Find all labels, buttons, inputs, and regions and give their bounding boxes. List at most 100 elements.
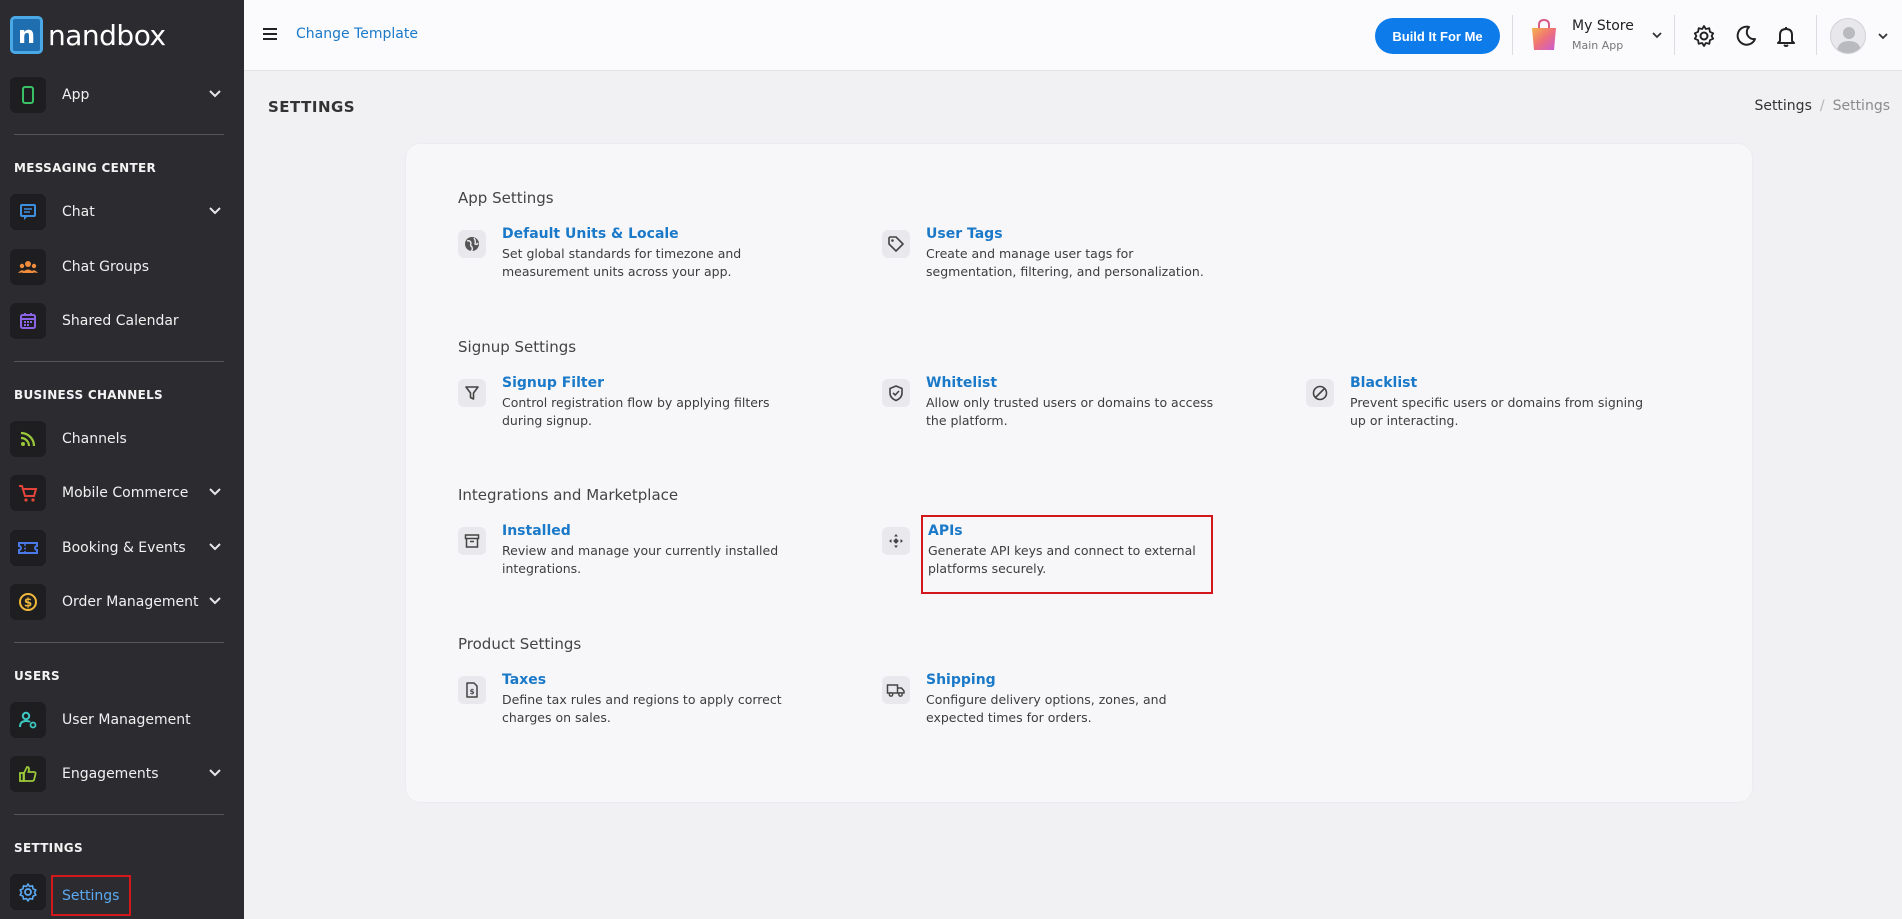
divider — [14, 134, 224, 135]
sidebar-item-booking-events[interactable]: Booking & Events — [0, 526, 244, 570]
group-title-integrations: Integrations and Marketplace — [458, 486, 679, 504]
store-subtitle: Main App — [1572, 39, 1624, 52]
chevron-down-icon[interactable] — [206, 538, 224, 556]
tax-document-icon: $ — [458, 676, 486, 704]
archive-icon — [458, 527, 486, 555]
setting-title[interactable]: Whitelist — [926, 375, 997, 391]
sidebar-item-order-management[interactable]: $ Order Management — [0, 580, 244, 624]
sidebar-item-label: Mobile Commerce — [62, 485, 189, 501]
setting-description: Control registration flow by applying fi… — [502, 395, 770, 428]
user-avatar-icon — [1837, 27, 1861, 53]
sidebar-item-label: Booking & Events — [62, 540, 186, 556]
chevron-down-icon[interactable] — [206, 592, 224, 610]
gear-icon — [10, 874, 46, 910]
setting-description: Set global standards for timezone and me… — [502, 246, 742, 279]
divider — [14, 814, 224, 815]
logo-mark: n — [10, 16, 43, 54]
setting-title[interactable]: Signup Filter — [502, 375, 604, 391]
section-heading-business: BUSINESS CHANNELS — [14, 388, 163, 402]
chevron-down-icon[interactable] — [206, 764, 224, 782]
sidebar-item-chat[interactable]: Chat — [0, 190, 244, 234]
tag-icon — [882, 230, 910, 258]
sidebar-item-mobile-commerce[interactable]: Mobile Commerce — [0, 471, 244, 515]
settings-card: App Settings Default Units & Locale Set … — [406, 144, 1752, 802]
brand-logo[interactable]: n nandbox — [0, 0, 244, 70]
ticket-icon — [10, 530, 46, 566]
chevron-down-icon[interactable] — [206, 85, 224, 103]
setting-installed[interactable]: Installed Review and manage your current… — [458, 523, 818, 583]
sidebar-item-label: Channels — [62, 431, 127, 447]
breadcrumb-item[interactable]: Settings — [1754, 98, 1811, 114]
moon-icon[interactable] — [1734, 24, 1758, 48]
avatar[interactable] — [1830, 18, 1866, 54]
change-template-link[interactable]: Change Template — [296, 26, 418, 42]
setting-title[interactable]: Default Units & Locale — [502, 226, 679, 242]
svg-text:$: $ — [24, 596, 32, 610]
gear-icon[interactable] — [1692, 24, 1716, 48]
sidebar-item-settings[interactable]: Settings — [51, 875, 131, 916]
sidebar-item-label: Engagements — [62, 766, 159, 782]
breadcrumb-separator: / — [1819, 98, 1825, 114]
setting-title[interactable]: Installed — [502, 523, 571, 539]
section-heading-users: USERS — [14, 669, 60, 683]
breadcrumb-item-current: Settings — [1832, 98, 1890, 114]
build-it-for-me-button[interactable]: Build It For Me — [1375, 18, 1500, 54]
chevron-down-icon[interactable] — [206, 483, 224, 501]
setting-blacklist[interactable]: Blacklist Prevent specific users or doma… — [1306, 375, 1666, 435]
setting-shipping[interactable]: Shipping Configure delivery options, zon… — [882, 672, 1242, 732]
sidebar-item-user-management[interactable]: User Management — [0, 698, 244, 742]
sidebar: n nandbox App MESSAGING CENTER Chat Chat… — [0, 0, 244, 919]
user-settings-icon — [10, 702, 46, 738]
sidebar-item-label: User Management — [62, 712, 191, 728]
calendar-icon — [10, 303, 46, 339]
sidebar-item-label: App — [62, 87, 90, 103]
page-title: SETTINGS — [268, 98, 356, 116]
setting-title[interactable]: Shipping — [926, 672, 996, 688]
setting-signup-filter[interactable]: Signup Filter Control registration flow … — [458, 375, 818, 435]
group-title-app-settings: App Settings — [458, 189, 554, 207]
shield-check-icon — [882, 379, 910, 407]
menu-icon[interactable] — [262, 26, 278, 42]
cart-icon — [10, 475, 46, 511]
sidebar-item-chat-groups[interactable]: Chat Groups — [0, 245, 244, 289]
setting-title[interactable]: Taxes — [502, 672, 546, 688]
section-heading-messaging: MESSAGING CENTER — [14, 161, 157, 175]
thumbs-up-icon — [10, 756, 46, 792]
shopping-bag-icon[interactable] — [1530, 18, 1558, 52]
setting-title[interactable]: Blacklist — [1350, 375, 1417, 391]
highlight-box — [921, 515, 1213, 594]
svg-text:$: $ — [470, 688, 475, 696]
divider — [14, 361, 224, 362]
sidebar-item-shared-calendar[interactable]: Shared Calendar — [0, 299, 244, 343]
bell-icon[interactable] — [1774, 24, 1798, 48]
setting-default-units-locale[interactable]: Default Units & Locale Set global standa… — [458, 226, 818, 286]
chat-icon — [10, 194, 46, 230]
sidebar-item-channels[interactable]: Channels — [0, 417, 244, 461]
dollar-coin-icon: $ — [10, 584, 46, 620]
globe-icon — [458, 230, 486, 258]
setting-description: Create and manage user tags for segmenta… — [926, 246, 1204, 279]
chevron-down-icon[interactable] — [1650, 28, 1664, 42]
setting-whitelist[interactable]: Whitelist Allow only trusted users or do… — [882, 375, 1242, 435]
section-heading-settings: SETTINGS — [14, 841, 83, 855]
divider — [14, 642, 224, 643]
sidebar-item-label: Shared Calendar — [62, 313, 179, 329]
store-name[interactable]: My Store — [1572, 18, 1634, 34]
chevron-down-icon[interactable] — [206, 202, 224, 220]
group-icon — [10, 249, 46, 285]
sidebar-item-app[interactable]: App — [0, 73, 244, 117]
top-bar: Change Template Build It For Me My Store… — [244, 0, 1902, 71]
phone-icon — [10, 77, 46, 113]
sidebar-item-engagements[interactable]: Engagements — [0, 752, 244, 796]
setting-user-tags[interactable]: User Tags Create and manage user tags fo… — [882, 226, 1242, 286]
chevron-down-icon[interactable] — [1876, 29, 1890, 43]
divider — [1674, 15, 1675, 55]
setting-description: Prevent specific users or domains from s… — [1350, 395, 1644, 428]
setting-title[interactable]: User Tags — [926, 226, 1003, 242]
sidebar-item-label: Chat Groups — [62, 259, 150, 275]
setting-description: Allow only trusted users or domains to a… — [926, 395, 1214, 428]
rss-icon — [10, 421, 46, 457]
filter-icon — [458, 379, 486, 407]
setting-taxes[interactable]: $ Taxes Define tax rules and regions to … — [458, 672, 818, 732]
breadcrumb: Settings / Settings — [1754, 98, 1890, 114]
